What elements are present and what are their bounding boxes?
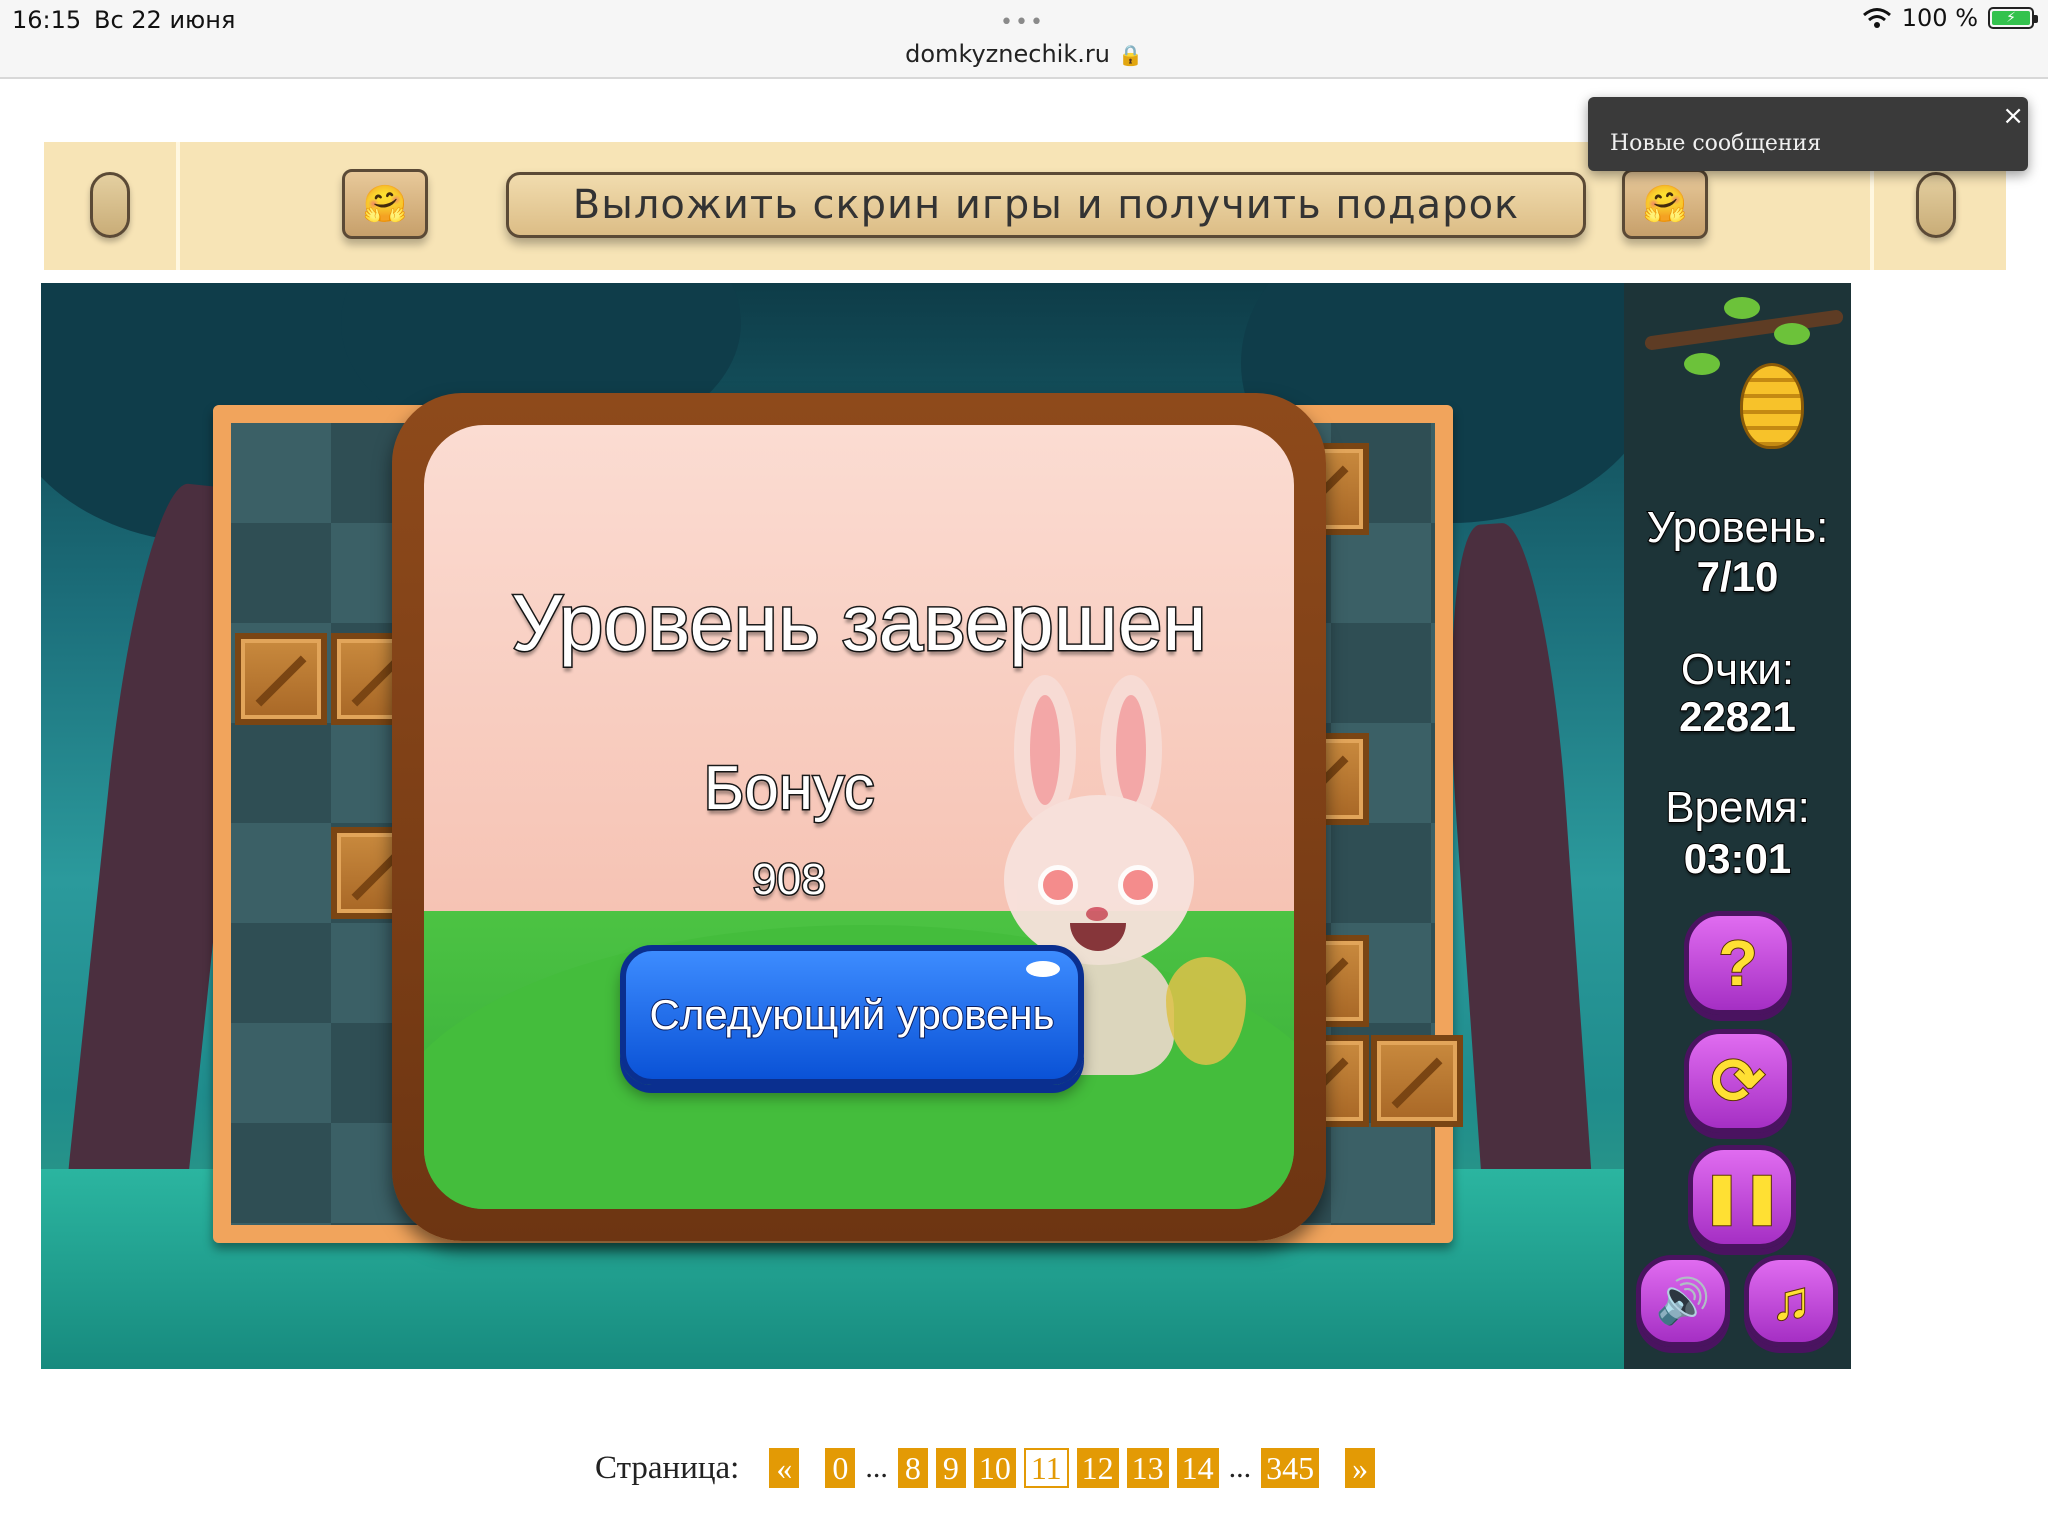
close-icon[interactable]: × (2002, 101, 2024, 131)
bonus-value: 908 (751, 854, 827, 906)
pause-icon: ❚❚ (1701, 1170, 1783, 1225)
crate[interactable] (235, 633, 327, 725)
game-canvas[interactable]: Уровень завершен Бонус 908 Следующий уро… (41, 283, 1851, 1369)
question-icon: ? (1717, 926, 1758, 1000)
beehive-icon (1740, 363, 1804, 449)
sound-button[interactable]: 🔊 (1636, 1255, 1730, 1347)
speaker-icon: 🔊 (1655, 1276, 1712, 1327)
toast-text: Новые сообщения (1610, 131, 1822, 156)
carrot-illustration (1166, 957, 1246, 1065)
time-value: 03:01 (1683, 834, 1792, 883)
page-link[interactable]: 12 (1076, 1448, 1119, 1488)
restart-icon: ⟳ (1710, 1044, 1766, 1118)
new-messages-toast[interactable]: Новые сообщения × (1588, 97, 2028, 171)
leaf (1684, 353, 1720, 375)
page-next[interactable]: » (1345, 1448, 1376, 1488)
page-current: 11 (1023, 1448, 1069, 1488)
page-link[interactable]: 345 (1261, 1448, 1320, 1488)
pagination: Страница: « 0 ... 8 9 10 11 12 13 14 ...… (595, 1446, 1376, 1490)
page-ellipsis: ... (865, 1451, 888, 1484)
more-dots-icon[interactable]: ••• (1000, 10, 1045, 35)
page-ellipsis: ... (1228, 1451, 1252, 1484)
lock-icon: 🔒 (1117, 43, 1143, 67)
score-value: 22821 (1678, 692, 1797, 741)
page-link[interactable]: 13 (1126, 1448, 1169, 1488)
game-sidebar: Уровень: 7/10 Очки: 22821 Время: 03:01 ?… (1624, 283, 1851, 1369)
status-bar: 16:15 Вс 22 июня ••• domkyznechik.ru 🔒 10… (0, 0, 2048, 79)
leaf (1724, 297, 1760, 319)
page-link[interactable]: 8 (897, 1448, 928, 1488)
status-indicators: 100 % ⚡ (1862, 4, 2038, 32)
hug-emoji-icon[interactable]: 🤗 (1622, 169, 1708, 239)
crate[interactable] (1371, 1035, 1463, 1127)
page-link[interactable]: 14 (1176, 1448, 1219, 1488)
share-screenshot-button[interactable]: Выложить скрин игры и получить подарок (506, 172, 1586, 238)
wifi-icon (1862, 8, 1891, 28)
page-link[interactable]: 9 (935, 1448, 966, 1488)
music-note-icon: ♫ (1770, 1270, 1812, 1332)
level-complete-dialog: Уровень завершен Бонус 908 Следующий уро… (392, 393, 1326, 1241)
level-value: 7/10 (1696, 552, 1780, 601)
page-link[interactable]: 0 (825, 1448, 856, 1488)
next-level-button[interactable]: Следующий уровень (620, 945, 1084, 1085)
banner-divider (176, 142, 180, 270)
page-prev[interactable]: « (769, 1448, 800, 1488)
bonus-label: Бонус (702, 753, 876, 825)
banner-pill-left (90, 172, 130, 238)
url-text: domkyznechik.ru (905, 40, 1110, 68)
hug-emoji-icon[interactable]: 🤗 (342, 169, 428, 239)
score-label: Очки: (1680, 644, 1795, 695)
pause-button[interactable]: ❚❚ (1688, 1145, 1796, 1249)
help-button[interactable]: ? (1684, 911, 1792, 1015)
leaf (1774, 323, 1810, 345)
restart-button[interactable]: ⟳ (1684, 1029, 1792, 1133)
dialog-content: Уровень завершен Бонус 908 Следующий уро… (424, 425, 1294, 1209)
clock: 16:15 (12, 6, 82, 34)
time-label: Время: (1664, 782, 1811, 833)
tree-trunk (1436, 520, 1596, 1246)
battery-percent: 100 % (1901, 4, 1978, 32)
battery-icon: ⚡ (1988, 7, 2038, 29)
level-label: Уровень: (1646, 502, 1830, 553)
page-link[interactable]: 10 (973, 1448, 1016, 1488)
banner-pill-right (1916, 172, 1956, 238)
address-bar[interactable]: domkyznechik.ru 🔒 (0, 40, 2048, 68)
dialog-title: Уровень завершен (510, 577, 1208, 669)
music-button[interactable]: ♫ (1744, 1255, 1838, 1347)
screen: 16:15 Вс 22 июня ••• domkyznechik.ru 🔒 10… (0, 0, 2048, 1536)
date: Вс 22 июня (94, 6, 236, 34)
pagination-label: Страница: (595, 1449, 740, 1486)
